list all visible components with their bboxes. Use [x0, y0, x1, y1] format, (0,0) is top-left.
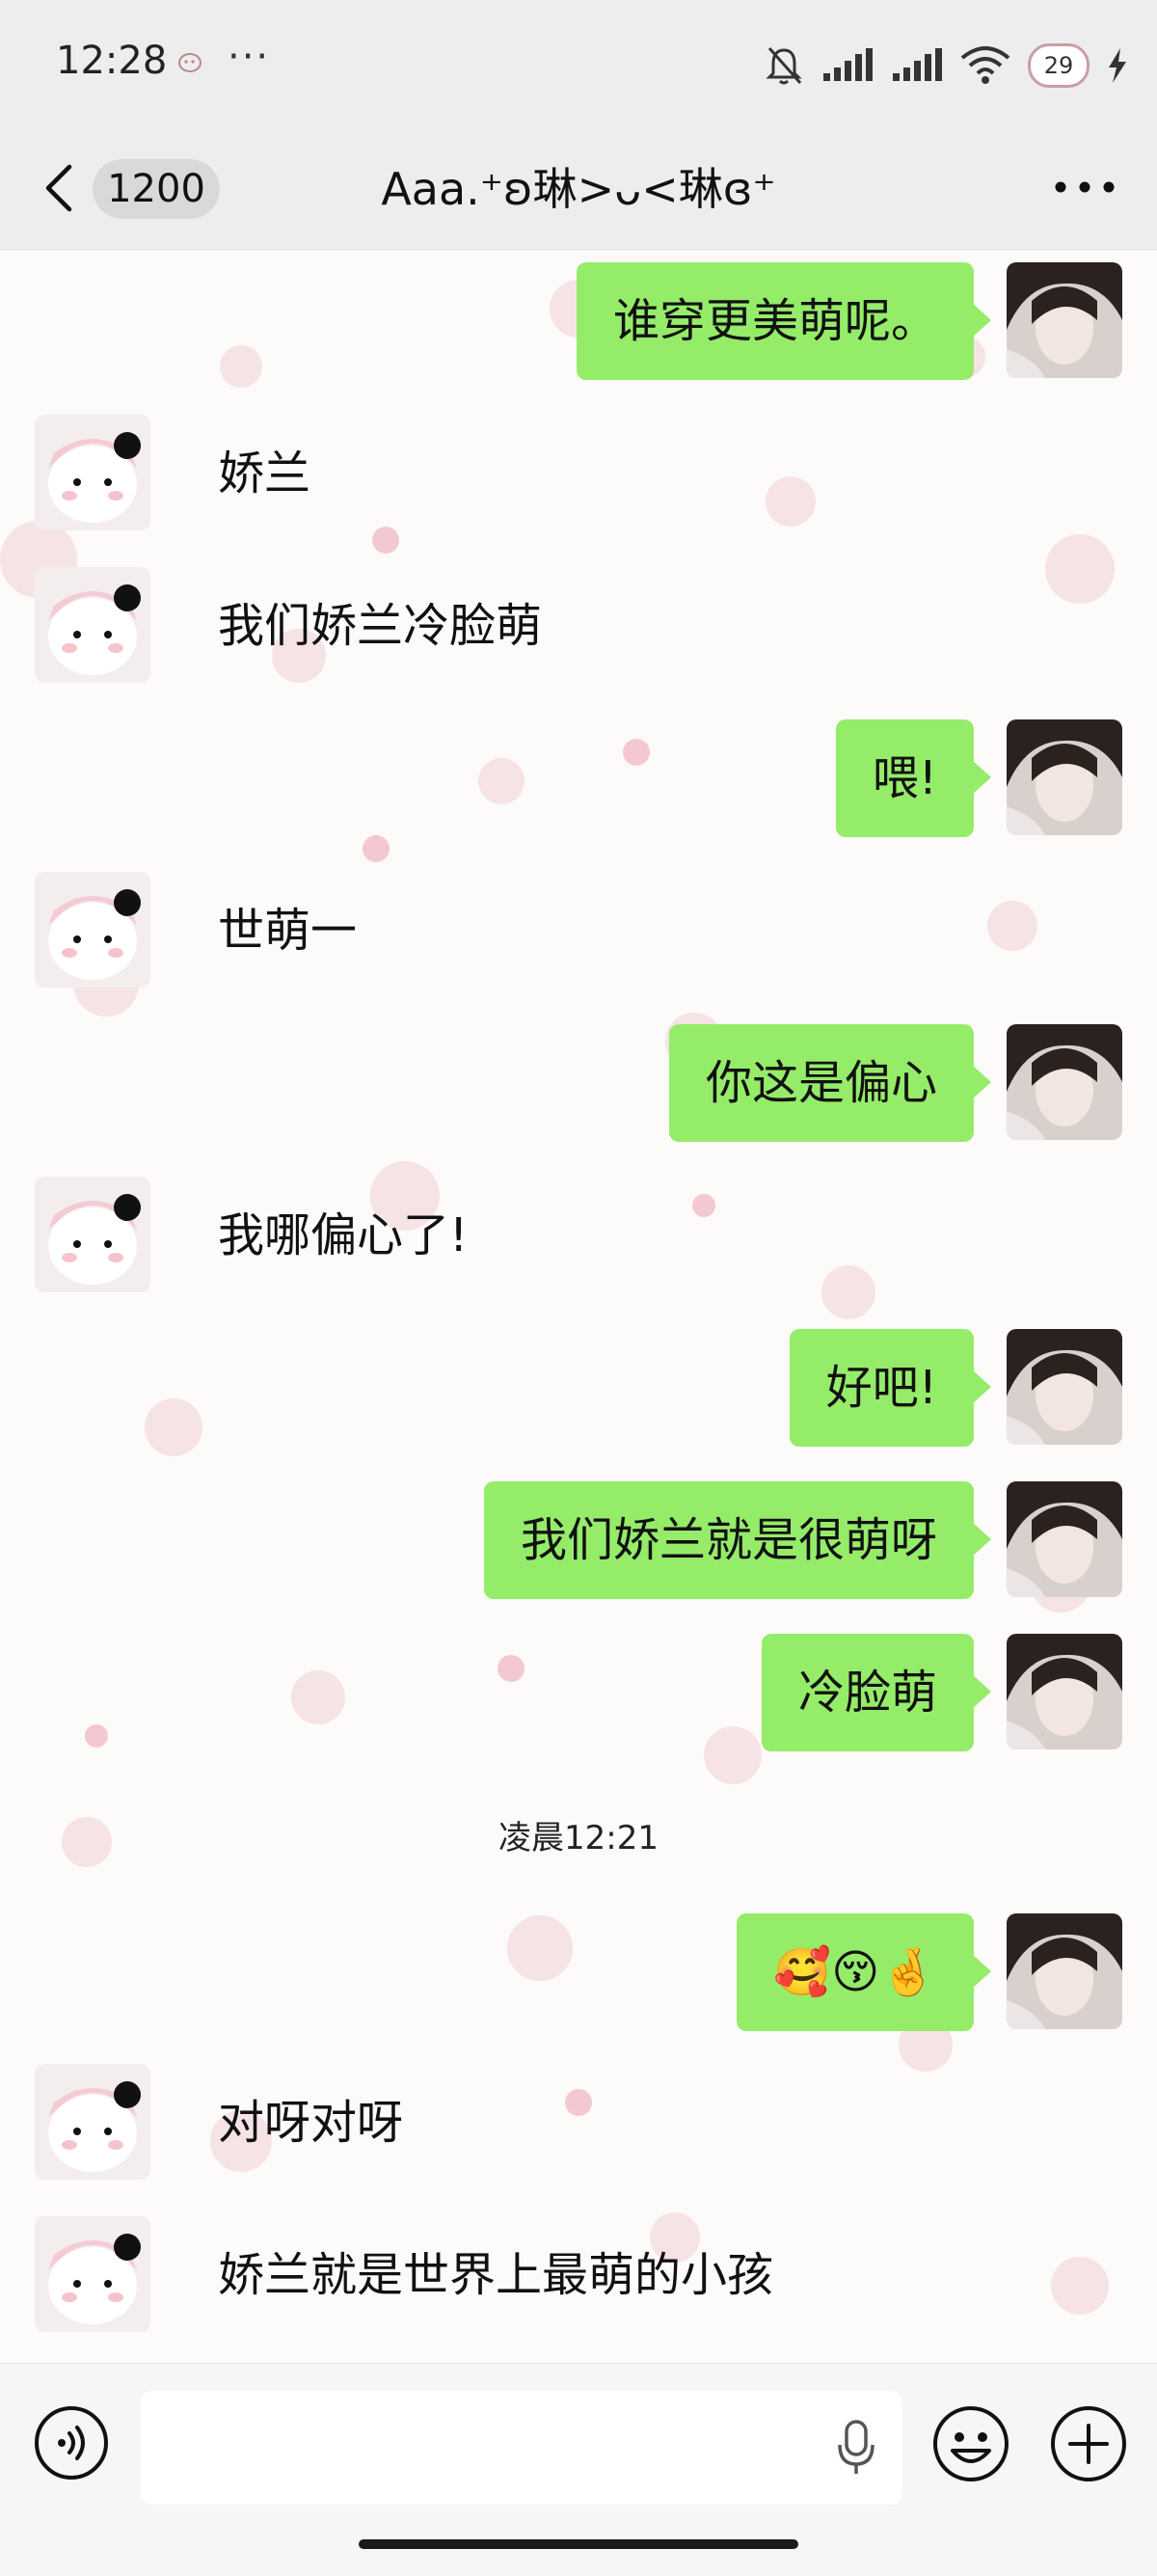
plus-icon[interactable]	[1049, 2404, 1128, 2483]
message-bubble[interactable]: 我们娇兰冷脸萌	[183, 567, 577, 685]
message-row: 世萌一	[0, 872, 1157, 997]
mic-icon[interactable]	[837, 2420, 875, 2476]
avatar-image	[1007, 1913, 1122, 2029]
chat-area[interactable]: 谁穿更美萌呢。 娇兰 我们娇兰冷脸萌 喂! 世萌一 你这是偏心 我哪偏心了! 好…	[0, 251, 1157, 2363]
message-bubble[interactable]: 娇兰就是世界上最萌的小孩	[183, 2216, 808, 2334]
message-bubble[interactable]: 冷脸萌	[761, 1634, 992, 1751]
message-bubble[interactable]: 世萌一	[183, 872, 391, 990]
message-row: 我们娇兰就是很萌呀	[0, 1481, 1157, 1607]
contact-avatar[interactable]	[35, 567, 150, 683]
message-bubble[interactable]: 🥰😚🤞	[737, 1913, 991, 2031]
back-arrow-icon	[45, 164, 72, 212]
avatar-image	[1007, 1634, 1122, 1749]
message-row: 冷脸萌	[0, 1634, 1157, 1759]
status-time: 12:28	[56, 39, 168, 83]
message-row: 娇兰就是世界上最萌的小孩	[0, 2216, 1157, 2342]
self-avatar[interactable]	[1007, 1024, 1122, 1140]
panda-avatar-image	[35, 1177, 150, 1292]
contact-avatar[interactable]	[35, 2216, 150, 2332]
wifi-icon	[960, 46, 1010, 84]
input-bar	[0, 2363, 1157, 2576]
self-avatar[interactable]	[1007, 1481, 1122, 1597]
avatar-image	[1007, 1024, 1122, 1140]
message-bubble[interactable]: 谁穿更美萌呢。	[576, 262, 992, 380]
avatar-image	[1007, 1329, 1122, 1445]
message-timestamp: 凌晨12:21	[498, 1819, 659, 1857]
avatar-image	[1007, 719, 1122, 835]
signal-icon	[893, 48, 942, 81]
wechat-small-icon	[178, 53, 202, 72]
panda-avatar-image	[35, 2064, 150, 2180]
message-bubble[interactable]: 娇兰	[183, 415, 345, 532]
battery-level: 29	[1043, 52, 1074, 79]
panda-avatar-image	[35, 872, 150, 988]
status-bar: 12:28 ··· 29	[0, 0, 1157, 130]
panda-avatar-image	[35, 415, 150, 530]
message-row: 好吧!	[0, 1329, 1157, 1454]
self-avatar[interactable]	[1007, 262, 1122, 378]
panda-avatar-image	[35, 2216, 150, 2332]
message-row: 你这是偏心	[0, 1024, 1157, 1150]
message-bubble[interactable]: 你这是偏心	[668, 1024, 992, 1142]
home-indicator[interactable]	[359, 2539, 798, 2549]
mute-bell-icon	[766, 47, 802, 85]
status-icons: 29	[764, 37, 1128, 95]
self-avatar[interactable]	[1007, 1329, 1122, 1445]
signal-icon	[823, 48, 873, 81]
unread-count: 1200	[107, 167, 205, 211]
message-row: 对呀对呀	[0, 2064, 1157, 2189]
message-row: 我们娇兰冷脸萌	[0, 567, 1157, 692]
contact-avatar[interactable]	[35, 872, 150, 988]
more-icon[interactable]	[1051, 173, 1118, 202]
message-input[interactable]	[141, 2391, 902, 2505]
charging-icon	[1109, 48, 1126, 83]
message-row: 我哪偏心了!	[0, 1177, 1157, 1302]
panda-avatar-image	[35, 567, 150, 683]
message-bubble[interactable]: 对呀对呀	[183, 2064, 438, 2182]
message-row: 娇兰	[0, 415, 1157, 540]
contact-avatar[interactable]	[35, 2064, 150, 2180]
contact-avatar[interactable]	[35, 415, 150, 530]
unread-count-badge[interactable]: 1200	[93, 159, 220, 219]
contact-avatar[interactable]	[35, 1177, 150, 1292]
message-row: 🥰😚🤞	[0, 1913, 1157, 2039]
message-bubble[interactable]: 我哪偏心了!	[183, 1177, 502, 1294]
self-avatar[interactable]	[1007, 719, 1122, 835]
avatar-image	[1007, 1481, 1122, 1597]
back-button[interactable]	[44, 159, 83, 217]
chat-header: 1200 Aaa.⁺ʚ琳>ᴗ<琳ɞ⁺	[0, 130, 1157, 251]
message-bubble[interactable]: 喂!	[835, 719, 992, 837]
voice-icon[interactable]	[33, 2404, 110, 2481]
message-row: 喂!	[0, 719, 1157, 845]
message-bubble[interactable]: 好吧!	[789, 1329, 992, 1447]
message-row: 谁穿更美萌呢。	[0, 262, 1157, 388]
message-bubble[interactable]: 我们娇兰就是很萌呀	[483, 1481, 992, 1599]
status-more-dots: ···	[228, 35, 271, 79]
chat-title: Aaa.⁺ʚ琳>ᴗ<琳ɞ⁺	[381, 163, 776, 215]
emoji-icon[interactable]	[931, 2404, 1010, 2483]
self-avatar[interactable]	[1007, 1634, 1122, 1749]
battery-icon: 29	[1028, 43, 1090, 88]
self-avatar[interactable]	[1007, 1913, 1122, 2029]
avatar-image	[1007, 262, 1122, 378]
